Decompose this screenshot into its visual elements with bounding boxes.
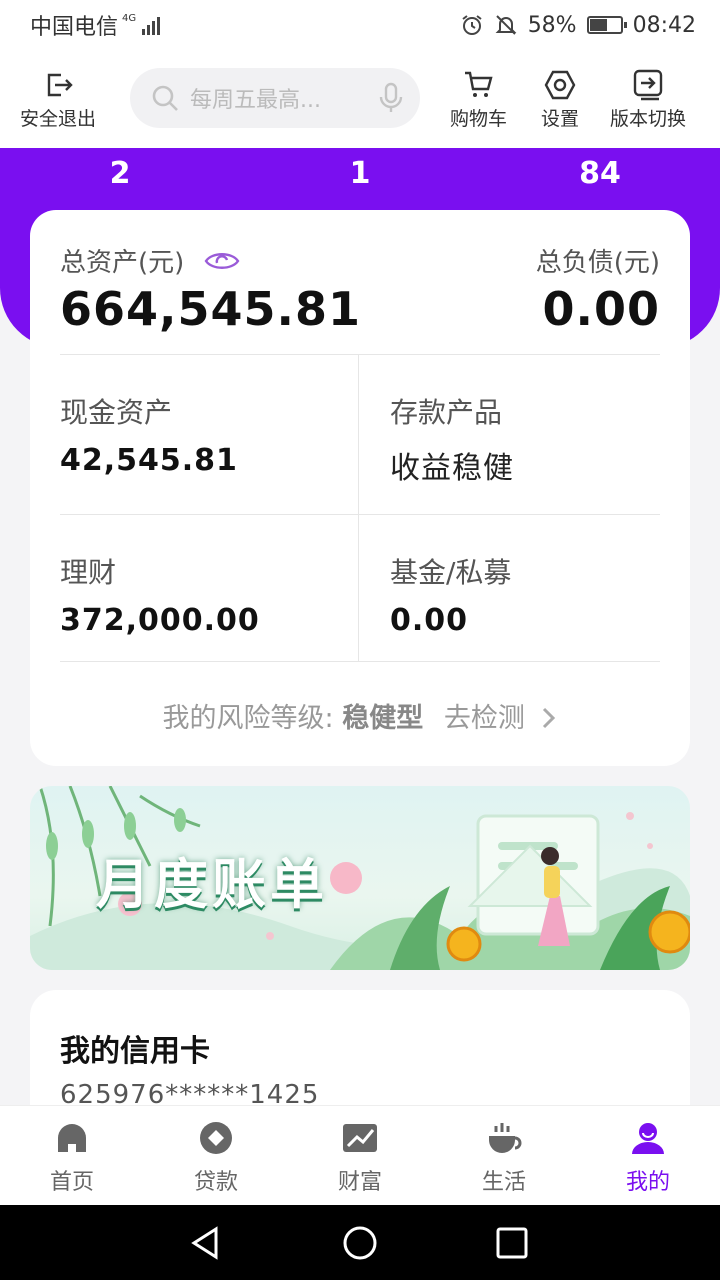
logout-label: 安全退出: [20, 108, 97, 130]
tab-home[interactable]: 首页: [22, 1118, 122, 1196]
total-liabilities-value: 0.00: [542, 282, 660, 336]
cart-button[interactable]: 购物车: [450, 68, 507, 131]
asset-cash-value: 42,545.81: [60, 443, 238, 478]
carrier-name: 中国电信: [30, 15, 119, 40]
risk-prefix: 我的风险等级:: [162, 703, 334, 734]
battery-percent: 58%: [527, 12, 577, 38]
logout-button[interactable]: 安全退出: [20, 68, 96, 131]
search-bar[interactable]: 每周五最高...: [130, 68, 420, 128]
assets-grid: 现金资产 42,545.81 存款产品 收益稳健 理财 372,000.00 基…: [60, 354, 660, 662]
asset-cash-label: 现金资产: [60, 396, 173, 429]
risk-level-row[interactable]: 我的风险等级: 稳健型 去检测: [30, 696, 690, 735]
home-icon: [58, 1124, 86, 1152]
monthly-bill-banner[interactable]: 月度账单: [30, 786, 690, 970]
tab-loan[interactable]: 贷款: [166, 1118, 266, 1196]
cart-label: 购物车: [450, 108, 508, 130]
version-switch-button[interactable]: 版本切换: [610, 68, 686, 131]
home-circle-icon[interactable]: [342, 1225, 378, 1261]
total-assets-header: 总资产(元): [60, 242, 240, 279]
version-switch-label: 版本切换: [610, 108, 687, 130]
status-right: 58% 08:42: [460, 13, 696, 38]
status-bar: 中国电信 4G 58% 08:42: [0, 0, 720, 50]
tab-loan-label: 贷款: [193, 1170, 238, 1195]
risk-action: 去检测: [443, 703, 525, 734]
total-liabilities-label: 总负债(元): [535, 248, 660, 278]
count-1[interactable]: 2: [110, 156, 131, 191]
tab-wealth[interactable]: 财富: [310, 1118, 410, 1196]
count-3[interactable]: 84: [579, 156, 621, 191]
assets-card: 总资产(元) 664,545.81 总负债(元) 0.00 现金资产 42,54…: [30, 210, 690, 766]
clock: 08:42: [632, 12, 696, 38]
asset-deposit-value: 收益稳健: [390, 451, 514, 486]
search-placeholder: 每周五最高...: [190, 88, 321, 113]
network-type: 4G: [122, 13, 137, 24]
bottom-tab-bar: 首页 贷款 财富 生活 我的: [0, 1105, 720, 1205]
chevron-right-icon: [543, 707, 556, 729]
user-icon: [632, 1123, 664, 1154]
alarm-icon: [462, 15, 482, 35]
tab-mine[interactable]: 我的: [598, 1118, 698, 1196]
asset-wealth-label: 理财: [60, 556, 117, 589]
grid-divider-v: [358, 355, 359, 661]
eye-icon[interactable]: [204, 250, 240, 272]
tab-home-label: 首页: [49, 1170, 94, 1195]
settings-label: 设置: [541, 108, 580, 130]
count-row: 2 1 84: [0, 148, 720, 198]
tab-mine-label: 我的: [625, 1170, 670, 1195]
loan-icon: [200, 1122, 232, 1154]
system-nav-bar: [0, 1205, 720, 1280]
switch-icon: [633, 69, 663, 101]
microphone-icon[interactable]: [378, 82, 404, 114]
credit-card-title: 我的信用卡: [60, 1034, 210, 1069]
coffee-icon: [489, 1123, 522, 1153]
banner-title: 月度账单: [96, 853, 328, 916]
asset-fund[interactable]: 基金/私募 0.00: [390, 551, 511, 638]
top-header: 安全退出 每周五最高... 购物车 设置 版本切换: [0, 50, 720, 148]
risk-level: 稳健型: [342, 703, 424, 734]
back-icon[interactable]: [188, 1225, 224, 1261]
tab-life-label: 生活: [481, 1170, 526, 1195]
total-assets-value: 664,545.81: [60, 282, 362, 336]
count-2[interactable]: 1: [350, 156, 371, 191]
asset-wealth[interactable]: 理财 372,000.00: [60, 551, 260, 638]
settings-button[interactable]: 设置: [541, 68, 579, 131]
asset-fund-label: 基金/私募: [390, 556, 512, 589]
cart-icon: [464, 71, 493, 97]
asset-wealth-value: 372,000.00: [60, 603, 260, 638]
asset-deposit-label: 存款产品: [390, 396, 503, 429]
settings-icon: [544, 70, 576, 100]
grid-divider-h: [60, 514, 660, 515]
total-assets-label: 总资产(元): [60, 248, 185, 278]
wealth-icon: [343, 1124, 377, 1152]
tab-life[interactable]: 生活: [454, 1118, 554, 1196]
logout-icon: [47, 73, 73, 97]
recents-icon[interactable]: [494, 1225, 530, 1261]
asset-deposit[interactable]: 存款产品 收益稳健: [390, 391, 514, 487]
asset-fund-value: 0.00: [390, 603, 469, 638]
tab-wealth-label: 财富: [337, 1170, 382, 1195]
mute-bell-icon: [495, 15, 517, 35]
search-icon: [152, 85, 178, 111]
asset-cash[interactable]: 现金资产 42,545.81: [60, 391, 238, 478]
signal-icon: [142, 15, 161, 35]
status-left: 中国电信 4G: [30, 9, 161, 41]
battery-icon: [586, 16, 627, 34]
